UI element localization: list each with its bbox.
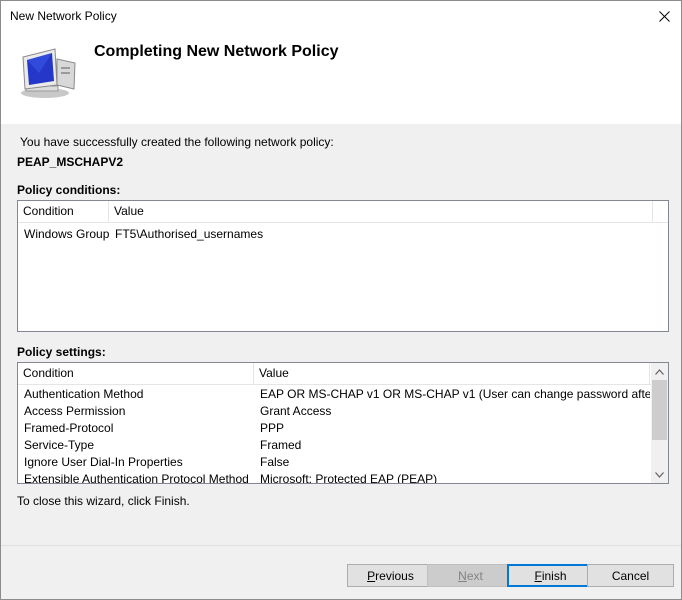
setting-condition-cell[interactable]: Framed-Protocol <box>19 420 254 437</box>
setting-value-cell[interactable]: PPP <box>255 420 650 437</box>
setting-value-cell[interactable]: False <box>255 454 650 471</box>
computer-network-icon <box>21 48 76 98</box>
scroll-down-button[interactable] <box>651 466 668 483</box>
setting-condition-cell[interactable]: Ignore User Dial-In Properties <box>19 454 254 471</box>
column-header-value[interactable]: Value <box>109 201 653 222</box>
setting-value-cell[interactable]: EAP OR MS-CHAP v1 OR MS-CHAP v1 (User ca… <box>255 386 650 403</box>
wizard-window: New Network Policy Completing New Networ… <box>0 0 682 600</box>
column-header-value[interactable]: Value <box>254 363 650 384</box>
page-title: Completing New Network Policy <box>94 43 339 60</box>
policy-settings-label: Policy settings: <box>17 345 106 359</box>
setting-value-cell[interactable]: Framed <box>255 437 650 454</box>
policy-conditions-list[interactable]: Condition Value Windows Groups FT5\Autho… <box>17 200 669 332</box>
title-bar: New Network Policy <box>1 1 681 31</box>
chevron-up-icon <box>655 368 664 375</box>
wizard-footer: Previous Next Finish Cancel <box>1 545 681 599</box>
scroll-up-button[interactable] <box>651 363 668 380</box>
policy-conditions-label: Policy conditions: <box>17 183 121 197</box>
setting-value-cell[interactable]: Grant Access <box>255 403 650 420</box>
settings-list-header: Condition Value <box>18 363 668 385</box>
finish-button[interactable]: Finish <box>507 564 594 587</box>
wizard-header: Completing New Network Policy <box>1 31 681 124</box>
column-header-condition[interactable]: Condition <box>18 363 254 384</box>
column-header-condition[interactable]: Condition <box>18 201 109 222</box>
policy-settings-list[interactable]: Condition Value Authentication Method EA… <box>17 362 669 484</box>
chevron-down-icon <box>655 471 664 478</box>
setting-condition-cell[interactable]: Authentication Method <box>19 386 254 403</box>
intro-text: You have successfully created the follow… <box>20 135 334 149</box>
cancel-button[interactable]: Cancel <box>587 564 674 587</box>
previous-button[interactable]: Previous <box>347 564 434 587</box>
cancel-button-label: Cancel <box>611 568 650 583</box>
next-button[interactable]: Next <box>427 564 514 587</box>
setting-condition-cell[interactable]: Extensible Authentication Protocol Metho… <box>19 471 254 483</box>
setting-condition-cell[interactable]: Service-Type <box>19 437 254 454</box>
settings-scrollbar[interactable] <box>651 363 668 483</box>
policy-name: PEAP_MSCHAPV2 <box>17 155 124 169</box>
finish-button-label: Finish <box>534 568 567 583</box>
previous-button-label: Previous <box>367 568 414 583</box>
close-icon <box>658 10 670 22</box>
close-hint-text: To close this wizard, click Finish. <box>17 494 190 508</box>
close-button[interactable] <box>647 1 681 31</box>
scroll-thumb[interactable] <box>652 380 667 440</box>
setting-value-cell[interactable]: Microsoft: Protected EAP (PEAP) <box>255 471 650 483</box>
setting-condition-cell[interactable]: Access Permission <box>19 403 254 420</box>
conditions-list-header: Condition Value <box>18 201 668 223</box>
window-title: New Network Policy <box>10 9 117 23</box>
condition-cell[interactable]: Windows Groups <box>19 226 109 243</box>
value-cell[interactable]: FT5\Authorised_usernames <box>110 226 650 243</box>
next-button-label: Next <box>458 568 483 583</box>
